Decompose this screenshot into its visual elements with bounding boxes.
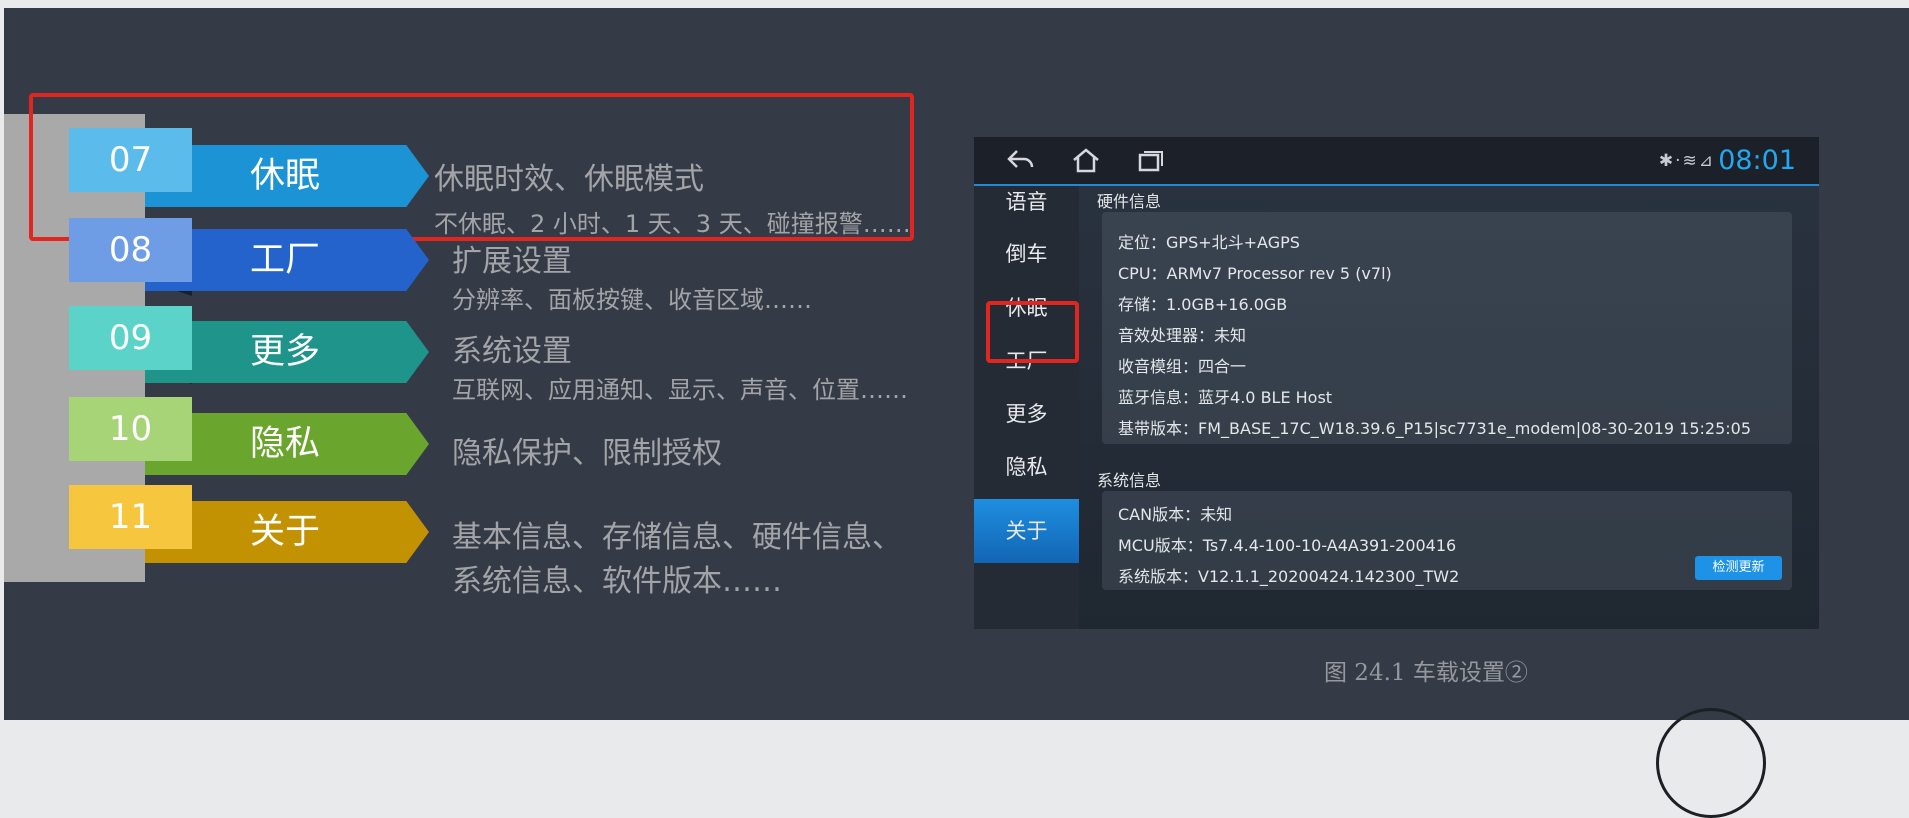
item-title: 隐私 xyxy=(250,424,321,464)
item-title: 工厂 xyxy=(250,240,321,280)
clock: 08:01 xyxy=(1718,145,1796,176)
info-row: 音效处理器未知 xyxy=(1118,322,1246,346)
status-bar: ✱·≋⊿ 08:01 xyxy=(974,137,1819,186)
corner-arc xyxy=(1656,708,1766,818)
item-desc-main: 隐私保护、限制授权 xyxy=(452,436,722,471)
item-desc-main: 扩展设置 xyxy=(452,244,572,279)
item-title: 休眠 xyxy=(250,156,321,196)
menu-item-about: 11 关于 基本信息、存储信息、硬件信息、 系统信息、软件版本…… xyxy=(4,485,904,599)
item-desc-main: 系统设置 xyxy=(452,334,572,369)
menu-item-privacy: 10 隐私 隐私保护、限制授权 xyxy=(4,397,904,477)
hardware-card: 定位GPS+北斗+AGPS CPUARMv7 Processor rev 5 (… xyxy=(1102,212,1792,444)
item-number: 11 xyxy=(69,485,192,549)
info-row: CPUARMv7 Processor rev 5 (v7l) xyxy=(1118,260,1392,284)
item-desc-main: 基本信息、存储信息、硬件信息、 xyxy=(452,520,902,555)
info-row: 存储1.0GB+16.0GB xyxy=(1118,291,1287,315)
item-title: 关于 xyxy=(250,512,321,552)
info-row: 定位GPS+北斗+AGPS xyxy=(1118,229,1300,253)
sidebar-highlight-box xyxy=(986,301,1079,363)
item-number: 10 xyxy=(69,397,192,461)
settings-sidebar: 语音 倒车 休眠 工厂 更多 隐私 关于 xyxy=(974,186,1079,629)
info-row: CAN版本未知 xyxy=(1118,501,1232,525)
item-number: 08 xyxy=(69,218,192,282)
menu-item-more: 09 更多 系统设置 互联网、应用通知、显示、声音、位置…… xyxy=(4,306,908,404)
device-settings-screenshot: ✱·≋⊿ 08:01 语音 倒车 休眠 工厂 更多 隐私 关于 硬件信息 定位G… xyxy=(974,137,1819,629)
item-number: 09 xyxy=(69,306,192,370)
info-row: 系统版本V12.1.1_20200424.142300_TW2 xyxy=(1118,563,1459,587)
slide: 07 休眠 休眠时效、休眠模式 不休眠、2 小时、1 天、3 天、碰撞报警…… … xyxy=(4,8,1909,818)
info-row: 收音模组四合一 xyxy=(1118,353,1246,377)
sidebar-item-about[interactable]: 关于 xyxy=(974,499,1079,563)
recent-apps-icon[interactable] xyxy=(1136,147,1166,178)
figure-caption: 图 24.1 车载设置② xyxy=(1324,660,1528,686)
item-title: 更多 xyxy=(250,332,321,372)
settings-content: 硬件信息 定位GPS+北斗+AGPS CPUARMv7 Processor re… xyxy=(1079,186,1819,629)
info-row: MCU版本Ts7.4.4-100-10-A4A391-200416 xyxy=(1118,532,1456,556)
system-section-title: 系统信息 xyxy=(1097,471,1162,490)
system-card: CAN版本未知 MCU版本Ts7.4.4-100-10-A4A391-20041… xyxy=(1102,491,1792,590)
item-desc-sub: 系统信息、软件版本…… xyxy=(452,564,782,599)
hardware-section-title: 硬件信息 xyxy=(1097,192,1162,211)
sidebar-item-privacy[interactable]: 隐私 xyxy=(974,435,1079,499)
check-update-button[interactable]: 检测更新 xyxy=(1695,556,1782,580)
item-number: 07 xyxy=(69,128,192,192)
network-icons: ✱·≋⊿ xyxy=(1658,151,1715,171)
info-row: 蓝牙信息蓝牙4.0 BLE Host xyxy=(1118,384,1332,408)
info-row: 基带版本FM_BASE_17C_W18.39.6_P15|sc7731e_mod… xyxy=(1118,415,1751,439)
